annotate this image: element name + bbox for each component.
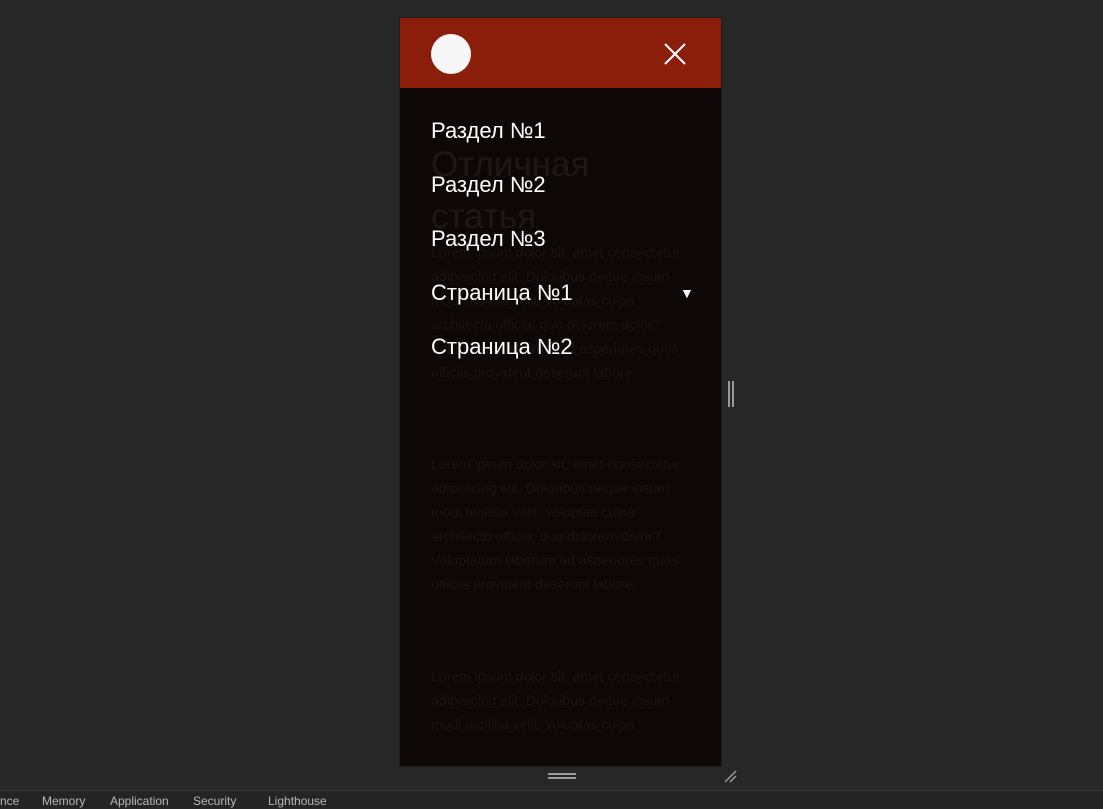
menu-item-label: Раздел №1 (431, 118, 546, 143)
tab-lighthouse[interactable]: Lighthouse (268, 793, 327, 809)
menu-item-label: Раздел №2 (431, 172, 546, 197)
caret-down-icon[interactable]: ▼ (680, 270, 694, 316)
tab-security[interactable]: Security (193, 793, 236, 809)
menu-item-label: Страница №2 (431, 334, 573, 359)
article-paragraph: Lorem ipsum dolor sit, amet consectetur … (431, 456, 680, 592)
tab-performance[interactable]: nce (0, 793, 19, 809)
circle-logo-icon[interactable] (431, 34, 471, 74)
menu-item-section-3[interactable]: Раздел №3 (400, 216, 721, 270)
tab-memory[interactable]: Memory (42, 793, 85, 809)
menu-item-page-2[interactable]: Страница №2 (400, 324, 721, 378)
nav-menu: Раздел №1 Раздел №2 Раздел №3 Страница №… (400, 108, 721, 378)
viewport-corner-resize-icon[interactable] (722, 768, 738, 784)
tab-application[interactable]: Application (110, 793, 169, 809)
close-menu-button[interactable] (659, 38, 691, 70)
devtools-tab-bar: nce Memory Application Security Lighthou… (0, 790, 1103, 808)
menu-item-page-1[interactable]: Страница №1 ▼ (400, 270, 721, 324)
mobile-viewport: Отличная статья Lorem ipsum dolor sit, a… (400, 18, 721, 766)
site-header (400, 18, 721, 88)
menu-item-section-1[interactable]: Раздел №1 (400, 108, 721, 162)
viewport-height-resize-handle[interactable] (548, 772, 576, 780)
menu-item-section-2[interactable]: Раздел №2 (400, 162, 721, 216)
article-paragraph: Lorem ipsum dolor sit, amet consectetur … (431, 668, 680, 732)
menu-item-label: Страница №1 (431, 280, 573, 305)
viewport-width-resize-handle[interactable] (727, 381, 735, 407)
menu-item-label: Раздел №3 (431, 226, 546, 251)
devtools-device-stage: Отличная статья Lorem ipsum dolor sit, a… (0, 0, 1103, 790)
close-icon (664, 43, 686, 65)
